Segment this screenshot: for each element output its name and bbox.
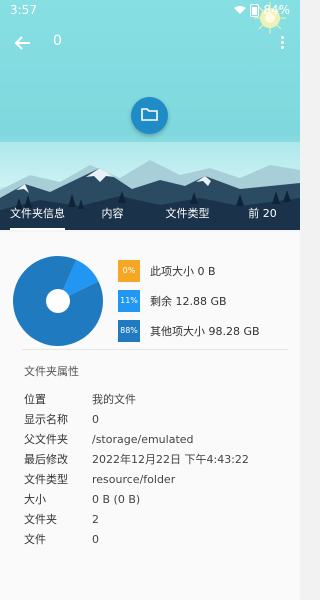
- property-row: 最后修改 2022年12月22日 下午4:43:22: [24, 449, 284, 469]
- property-value: /storage/emulated: [92, 432, 194, 446]
- tab-bar: 文件夹信息 内容 文件类型 前 20: [0, 202, 300, 232]
- property-row: 位置 我的文件: [24, 389, 284, 409]
- property-key: 大小: [24, 493, 46, 506]
- property-row: 显示名称 0: [24, 409, 284, 429]
- folder-properties-screen: 3:57 84% 0 文件夹信息 内容 文件类型 前 20 0% 此项大小 0 …: [0, 0, 300, 600]
- status-icons: 84%: [234, 3, 290, 17]
- status-bar: 3:57 84%: [0, 0, 300, 22]
- arrow-left-icon[interactable]: [14, 34, 32, 52]
- legend-swatch: 11%: [118, 289, 140, 312]
- property-value: 0 B (0 B): [92, 492, 141, 506]
- legend-swatch: 88%: [118, 319, 140, 342]
- property-row: 文件夹 2: [24, 509, 284, 529]
- folder-info-panel: 0% 此项大小 0 B 11% 剩余 12.88 GB 88% 其他项大小 98…: [0, 232, 300, 600]
- tab-folder-info[interactable]: 文件夹信息: [0, 202, 75, 232]
- battery-level: 84%: [263, 3, 290, 17]
- legend-label: 此项大小 0 B: [150, 264, 216, 278]
- property-key: 文件: [24, 533, 46, 546]
- property-value: resource/folder: [92, 472, 176, 486]
- legend-label: 其他项大小 98.28 GB: [150, 324, 260, 338]
- battery-icon: [250, 3, 260, 17]
- more-vert-icon[interactable]: [280, 34, 284, 52]
- wifi-icon: [234, 6, 247, 14]
- property-key: 最后修改: [24, 453, 68, 466]
- property-value: 2: [92, 512, 99, 526]
- tab-file-types[interactable]: 文件类型: [150, 202, 225, 232]
- legend-item-this: 0% 此项大小 0 B: [118, 257, 293, 284]
- folder-icon: [141, 108, 158, 121]
- folder-icon-badge: [131, 97, 168, 134]
- storage-legend: 0% 此项大小 0 B 11% 剩余 12.88 GB 88% 其他项大小 98…: [118, 257, 293, 347]
- property-row: 文件 0: [24, 529, 284, 549]
- property-value: 0: [92, 412, 99, 426]
- tab-contents[interactable]: 内容: [75, 202, 150, 232]
- property-value: 0: [92, 532, 99, 546]
- property-value: 我的文件: [92, 393, 136, 406]
- properties-list: 位置 我的文件 显示名称 0 父文件夹/storage/emulated 最后修改 2…: [24, 389, 284, 549]
- property-row: 大小 0 B (0 B): [24, 489, 284, 509]
- property-key: 文件类型: [24, 473, 68, 486]
- legend-label: 剩余 12.88 GB: [150, 294, 227, 308]
- property-key: 父文件夹: [24, 433, 68, 446]
- section-divider: [22, 349, 288, 350]
- property-row: 文件类型 resource/folder: [24, 469, 284, 489]
- properties-section-title: 文件夹属性: [24, 365, 79, 378]
- pie-hole: [46, 289, 70, 313]
- property-key: 文件夹: [24, 513, 57, 526]
- legend-swatch: 0%: [118, 259, 140, 282]
- storage-pie-chart: [12, 256, 103, 346]
- app-toolbar: 0: [0, 26, 300, 62]
- legend-item-other: 88% 其他项大小 98.28 GB: [118, 317, 293, 344]
- toolbar-title: 0: [53, 33, 62, 49]
- tab-top-20[interactable]: 前 20: [225, 202, 300, 232]
- property-key: 显示名称: [24, 413, 68, 426]
- status-time: 3:57: [10, 3, 37, 17]
- property-row: 父文件夹/storage/emulated: [24, 429, 284, 449]
- property-key: 位置: [24, 393, 46, 406]
- property-value: 2022年12月22日 下午4:43:22: [92, 453, 249, 466]
- legend-item-free: 11% 剩余 12.88 GB: [118, 287, 293, 314]
